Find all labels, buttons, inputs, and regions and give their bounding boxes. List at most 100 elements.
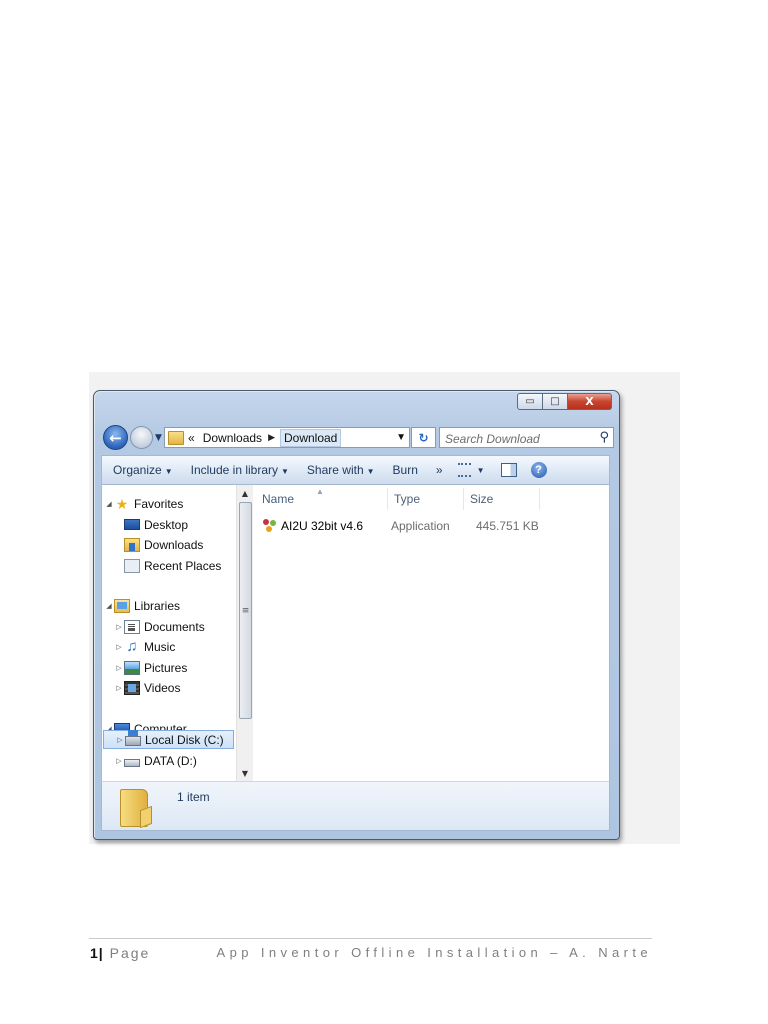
sort-ascending-icon: ▲: [316, 487, 324, 496]
expand-triangle-icon[interactable]: ◢: [104, 602, 114, 610]
refresh-button[interactable]: ↻: [411, 427, 436, 448]
scroll-up-icon[interactable]: ▲: [237, 485, 253, 501]
minimize-button[interactable]: ▭: [517, 393, 543, 410]
forward-button[interactable]: [130, 426, 153, 449]
burn-button[interactable]: Burn: [384, 463, 427, 477]
breadcrumb-separator-icon[interactable]: ▶: [268, 432, 275, 443]
application-icon: [263, 519, 277, 533]
collapse-triangle-icon[interactable]: ▷: [114, 684, 124, 692]
maximize-button[interactable]: □: [543, 393, 568, 410]
nav-libraries-label: Libraries: [134, 598, 181, 613]
music-icon: ♫: [126, 637, 138, 655]
back-button[interactable]: ←: [103, 425, 128, 450]
breadcrumb-downloads[interactable]: Downloads: [202, 431, 263, 445]
scroll-down-icon[interactable]: ▼: [237, 765, 253, 781]
folder-icon: [120, 789, 148, 827]
grip-icon: ≡: [241, 605, 250, 616]
details-pane: 1 item: [101, 781, 610, 831]
expand-triangle-icon[interactable]: ◢: [104, 500, 114, 508]
file-name-cell: AI2U 32bit v4.6: [263, 517, 363, 535]
nav-favorites[interactable]: ◢ ★ Favorites: [104, 494, 183, 513]
refresh-icon: ↻: [418, 430, 429, 445]
file-type: Application: [391, 519, 450, 533]
nav-local-disk-label: Local Disk (C:): [145, 732, 224, 747]
column-header-name-label: Name: [262, 492, 295, 506]
include-in-library-menu[interactable]: Include in library ▼: [182, 463, 298, 477]
chevron-down-icon: ▼: [366, 467, 375, 476]
nav-desktop[interactable]: Desktop: [124, 515, 188, 534]
pictures-icon: [124, 660, 140, 675]
nav-recent-places[interactable]: Recent Places: [124, 556, 221, 575]
page-label: Page: [109, 945, 151, 961]
nav-downloads-label: Downloads: [144, 537, 204, 552]
nav-music-label: Music: [144, 639, 176, 654]
collapse-triangle-icon[interactable]: ▷: [114, 757, 124, 765]
nav-music[interactable]: ▷ ♫ Music: [114, 637, 175, 656]
documents-icon: [124, 619, 140, 634]
organize-menu[interactable]: Organize ▼: [102, 463, 182, 477]
collapse-triangle-icon[interactable]: ▷: [115, 736, 125, 744]
nav-videos[interactable]: ▷ Videos: [114, 678, 180, 697]
search-input[interactable]: [445, 430, 585, 448]
nav-videos-label: Videos: [144, 680, 181, 695]
column-header-name[interactable]: ▲ Name: [256, 487, 388, 510]
page-separator: |: [98, 945, 104, 961]
more-commands-button[interactable]: »: [427, 463, 452, 477]
nav-local-disk[interactable]: ▷ Local Disk (C:): [103, 730, 234, 749]
nav-documents[interactable]: ▷ Documents: [114, 617, 205, 636]
scroll-thumb[interactable]: ≡: [239, 502, 252, 719]
nav-libraries[interactable]: ◢ Libraries: [104, 596, 180, 615]
downloads-folder-icon: [124, 537, 140, 552]
chevron-down-icon: ▼: [476, 465, 485, 475]
navigation-pane: ◢ ★ Favorites Desktop Downloads Recent P…: [102, 485, 236, 781]
search-box[interactable]: ⚲: [439, 427, 614, 448]
address-bar[interactable]: « Downloads ▶ Download ▼: [164, 427, 410, 448]
item-count: 1 item: [177, 790, 210, 804]
file-row[interactable]: AI2U 32bit v4.6 Application 445.751 KB: [253, 517, 609, 535]
address-row: ← ▼ « Downloads ▶ Download ▼ ↻ ⚲: [101, 424, 614, 450]
address-dropdown-icon[interactable]: ▼: [396, 432, 406, 443]
breadcrumb-overflow[interactable]: «: [188, 431, 195, 445]
star-icon: ★: [115, 495, 129, 512]
footer-title: App Inventor Offline Installation – A. N…: [216, 945, 652, 960]
page-footer: 1| Page App Inventor Offline Installatio…: [89, 938, 652, 961]
help-icon[interactable]: ?: [530, 462, 547, 478]
file-size: 445.751 KB: [476, 519, 539, 533]
column-header-size[interactable]: Size: [464, 488, 540, 510]
navigation-scrollbar[interactable]: ▲ ≡ ▼: [236, 485, 253, 781]
collapse-triangle-icon[interactable]: ▷: [114, 623, 124, 631]
nav-favorites-label: Favorites: [134, 496, 184, 511]
videos-icon: [124, 680, 140, 695]
include-in-library-label: Include in library: [190, 463, 278, 477]
share-with-menu[interactable]: Share with ▼: [298, 463, 384, 477]
preview-pane-icon[interactable]: [500, 463, 517, 477]
column-header-type-label: Type: [394, 492, 421, 506]
nav-pictures[interactable]: ▷ Pictures: [114, 658, 187, 677]
nav-desktop-label: Desktop: [144, 517, 189, 532]
nav-downloads[interactable]: Downloads: [124, 535, 203, 554]
back-arrow-icon: ←: [109, 428, 122, 447]
nav-recent-places-label: Recent Places: [144, 558, 222, 573]
nav-documents-label: Documents: [144, 619, 205, 634]
collapse-triangle-icon[interactable]: ▷: [114, 643, 124, 651]
collapse-triangle-icon[interactable]: ▷: [114, 664, 124, 672]
close-button[interactable]: X: [568, 393, 612, 410]
nav-pictures-label: Pictures: [144, 660, 188, 675]
local-disk-icon: [125, 730, 141, 746]
change-view-button[interactable]: ▼: [452, 463, 491, 477]
chevron-down-icon: ▼: [281, 467, 289, 476]
recent-places-icon: [124, 558, 140, 573]
page-number: 1: [90, 945, 99, 961]
recent-pages-dropdown-icon[interactable]: ▼: [155, 433, 162, 443]
chevron-down-icon: ▼: [164, 467, 173, 476]
nav-data-drive[interactable]: ▷ DATA (D:): [114, 751, 197, 770]
drive-icon: [124, 758, 140, 767]
search-icon[interactable]: ⚲: [599, 430, 609, 445]
column-header-type[interactable]: Type: [388, 488, 464, 510]
file-name: AI2U 32bit v4.6: [281, 519, 364, 533]
breadcrumb-download[interactable]: Download: [279, 428, 342, 447]
footer-page-number: 1| Page: [90, 945, 150, 961]
desktop-icon: [124, 519, 140, 530]
view-icon: [457, 463, 471, 477]
libraries-icon: [114, 598, 130, 613]
